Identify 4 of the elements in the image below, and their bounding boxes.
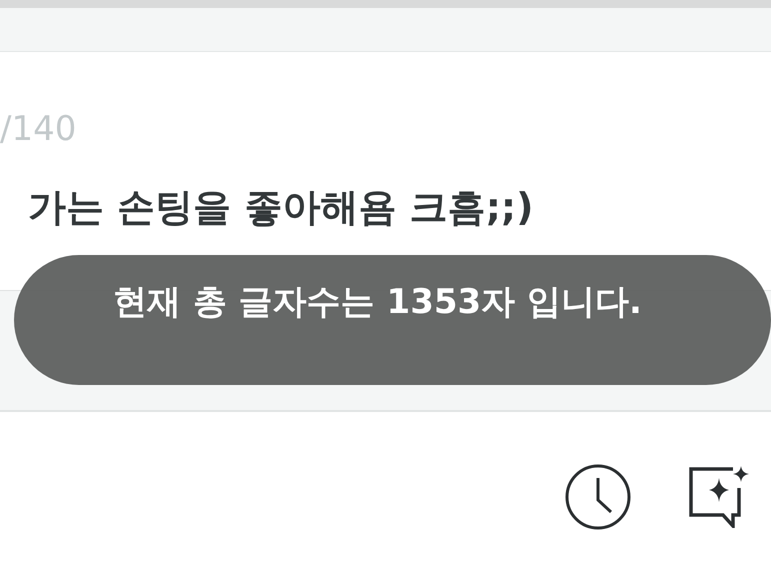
character-count-toast: 현재 총 글자수는 1353자 입니다. xyxy=(14,255,771,385)
clock-icon[interactable] xyxy=(565,464,631,530)
comment-text: 가는 손팅을 좋아해욤 크흠;;) xyxy=(27,188,534,226)
character-counter: /140 xyxy=(0,112,76,146)
